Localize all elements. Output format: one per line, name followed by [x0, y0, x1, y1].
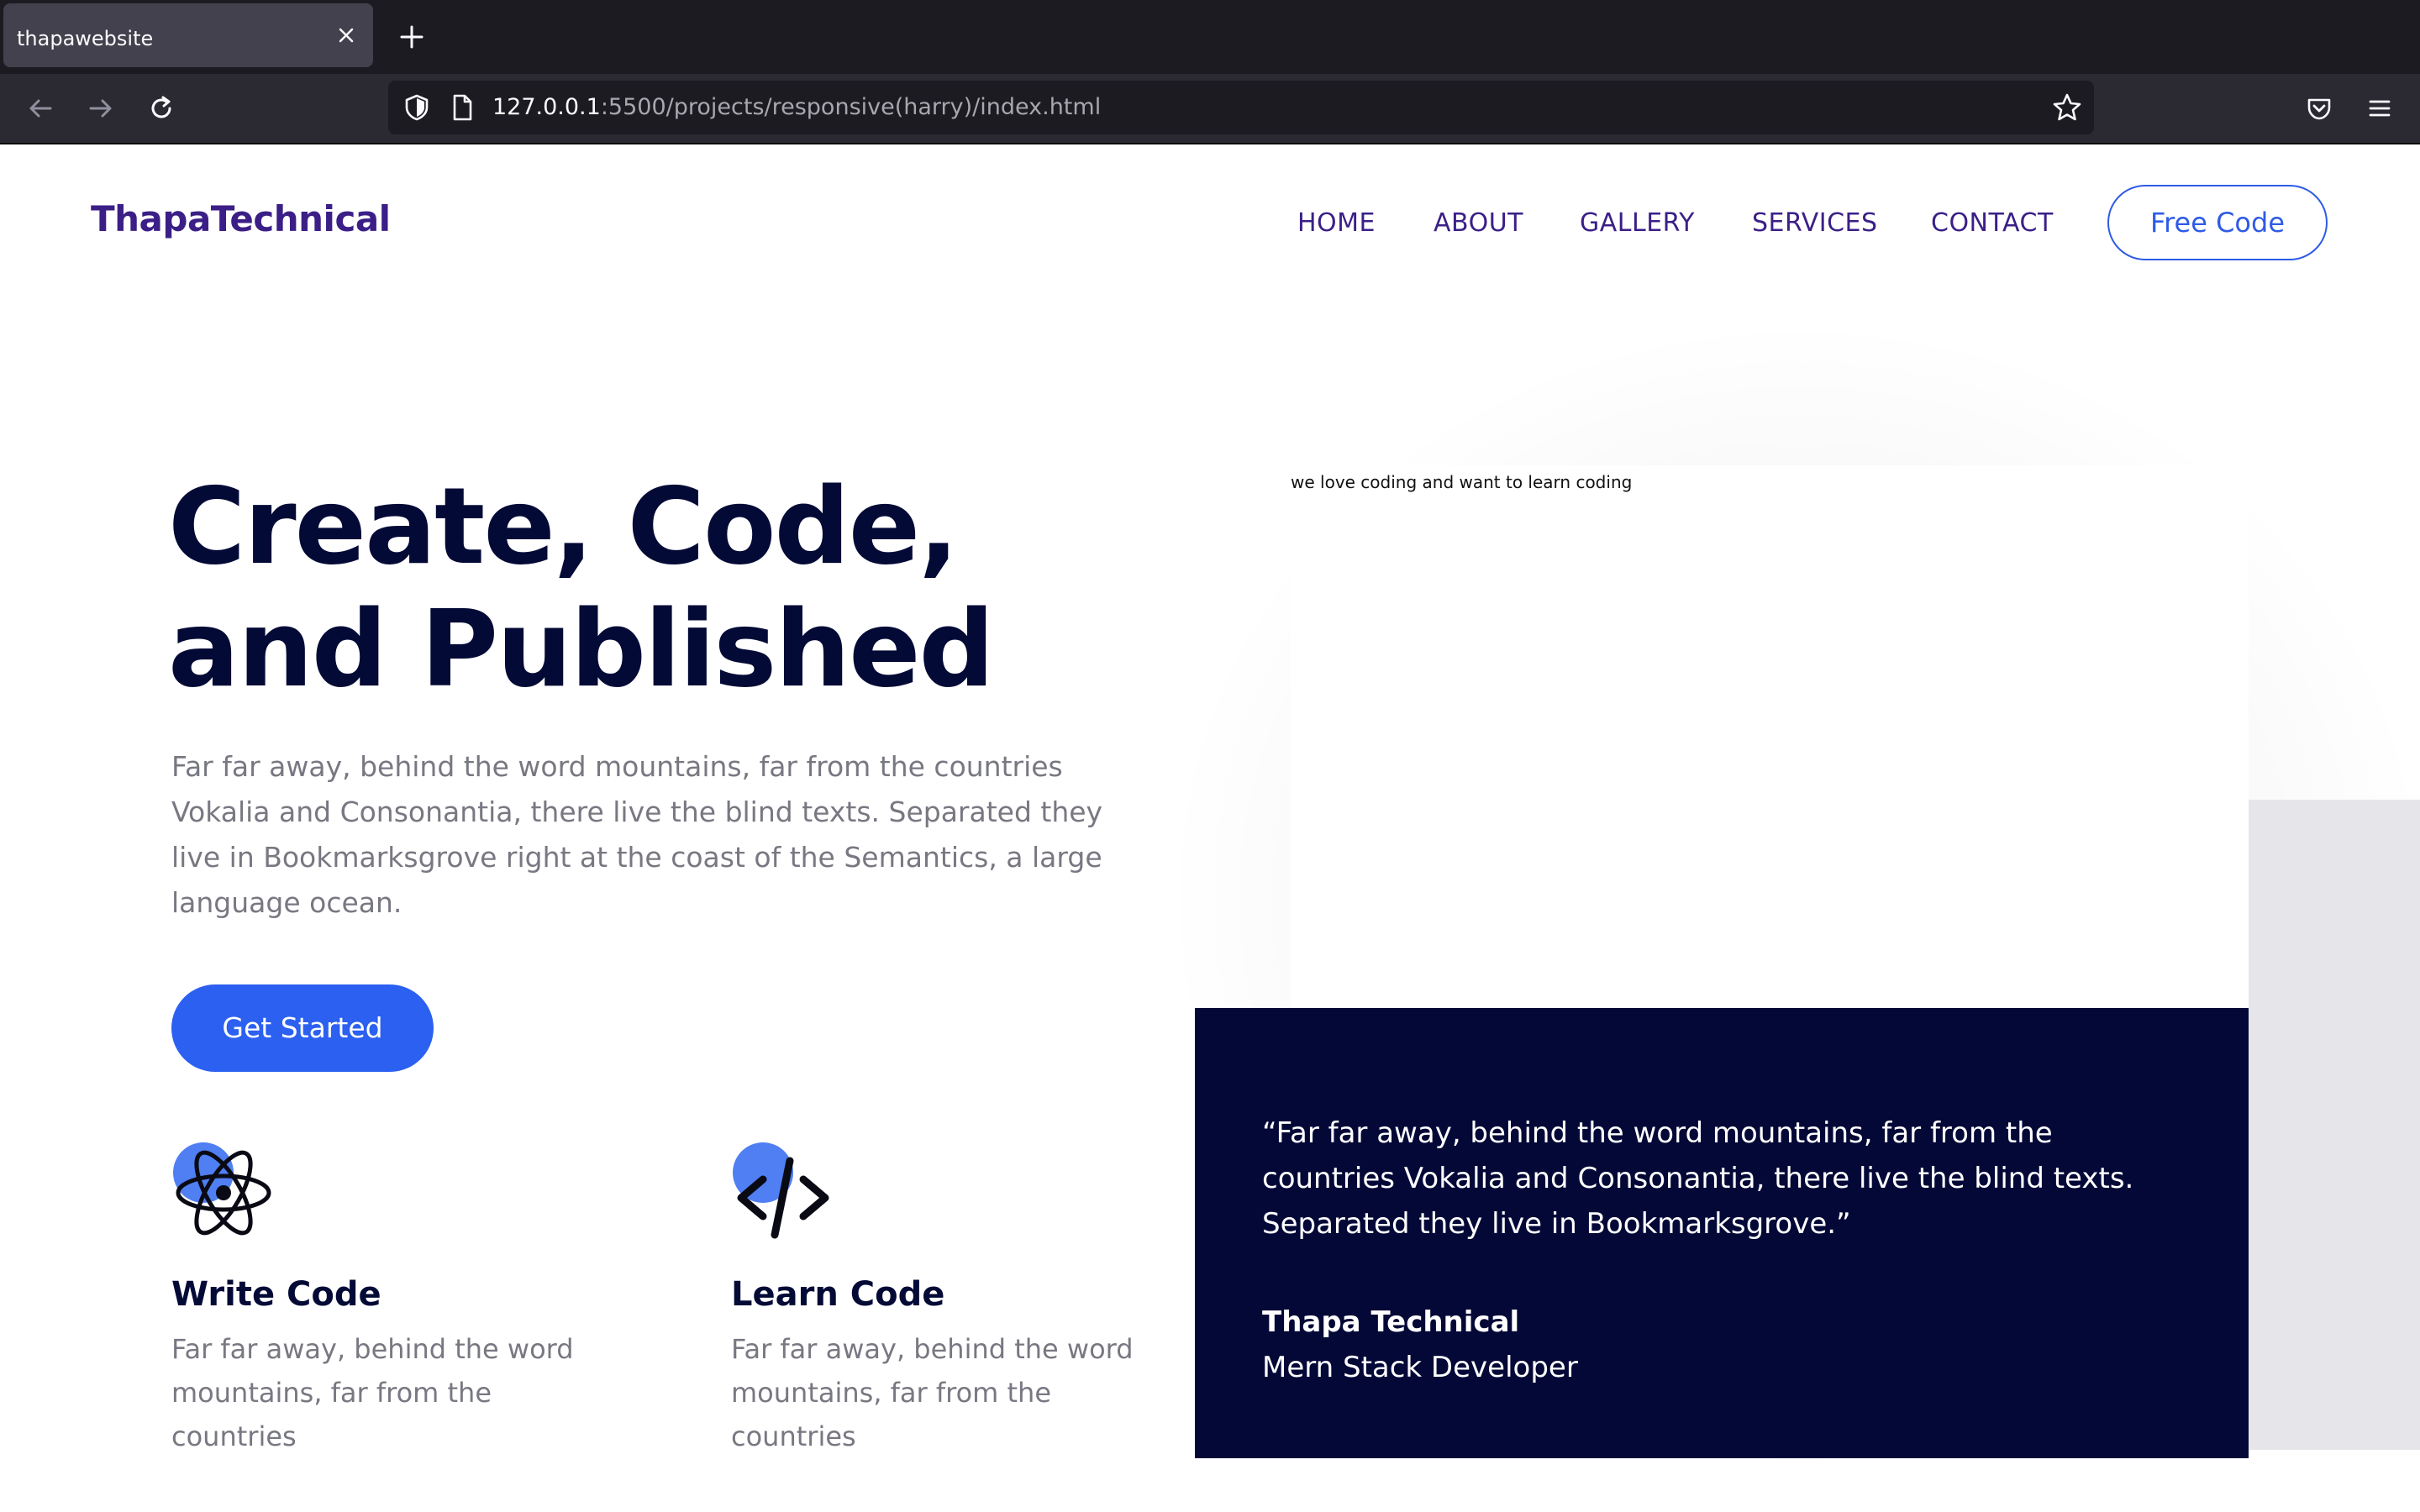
address-bar[interactable]: 127.0.0.1:5500/projects/responsive(harry… [388, 81, 2094, 134]
testimonial-author: Thapa Technical [1262, 1305, 1520, 1339]
pocket-icon[interactable] [2302, 92, 2336, 125]
nav-link-about[interactable]: ABOUT [1434, 208, 1523, 238]
tab-title: thapawebsite [17, 27, 154, 50]
code-icon [733, 1142, 829, 1239]
shield-icon[interactable] [400, 91, 434, 124]
url-path: :5500/projects/responsive(harry)/index.h… [600, 94, 1102, 120]
free-code-button[interactable]: Free Code [2107, 185, 2328, 260]
atom-icon [173, 1142, 271, 1236]
bookmark-star-icon[interactable] [2050, 91, 2084, 124]
new-tab-icon[interactable] [395, 20, 429, 54]
page-icon[interactable] [445, 91, 479, 124]
testimonial-role: Mern Stack Developer [1262, 1351, 1578, 1384]
close-icon[interactable] [331, 20, 361, 50]
feature-text: Far far away, behind the word mountains,… [171, 1333, 574, 1452]
nav-link-gallery[interactable]: GALLERY [1580, 208, 1695, 238]
hero-image-card: we love coding and want to learn coding [1291, 465, 2249, 1008]
back-icon[interactable] [24, 92, 57, 125]
browser-tab[interactable]: thapawebsite [3, 3, 373, 67]
nav-link-contact[interactable]: CONTACT [1931, 208, 2054, 238]
hero-description: Far far away, behind the word mountains,… [171, 750, 1103, 919]
browser-tab-strip: thapawebsite [0, 0, 2420, 74]
hero-title: Create, Code, and Published [168, 465, 995, 711]
testimonial-card: “Far far away, behind the word mountains… [1195, 1008, 2249, 1458]
site-logo[interactable]: ThapaTechnical [91, 198, 391, 239]
feature-title: Learn Code [731, 1275, 945, 1314]
image-alt-text: we love coding and want to learn coding [1291, 472, 1633, 492]
feature-text: Far far away, behind the word mountains,… [731, 1333, 1134, 1452]
web-page: ThapaTechnical HOME ABOUT GALLERY SERVIC… [0, 144, 2420, 1512]
url-text[interactable]: 127.0.0.1:5500/projects/responsive(harry… [492, 81, 1101, 134]
menu-icon[interactable] [2363, 92, 2396, 125]
testimonial-quote: “Far far away, behind the word mountains… [1262, 1116, 2134, 1241]
feature-title: Write Code [171, 1275, 381, 1314]
nav-link-home[interactable]: HOME [1297, 208, 1376, 238]
url-host: 127.0.0.1 [492, 94, 601, 120]
browser-toolbar: 127.0.0.1:5500/projects/responsive(harry… [0, 74, 2420, 143]
reload-icon[interactable] [145, 92, 178, 125]
get-started-button[interactable]: Get Started [171, 984, 434, 1072]
forward-icon[interactable] [84, 92, 118, 125]
nav-link-services[interactable]: SERVICES [1752, 208, 1878, 238]
